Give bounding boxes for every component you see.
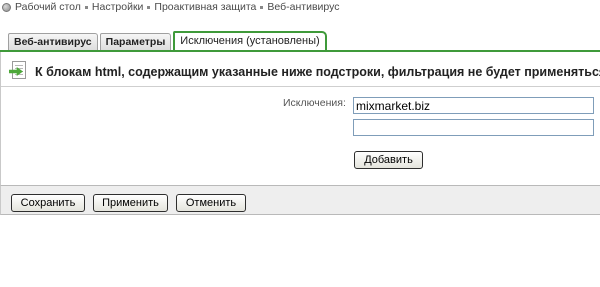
tab-panel: К блокам html, содержащим указанные ниже… [0, 52, 600, 185]
breadcrumb-item-settings[interactable]: Настройки [92, 1, 144, 13]
breadcrumb-item-desktop[interactable]: Рабочий стол [15, 1, 81, 13]
breadcrumb-separator-icon [147, 5, 151, 9]
notice: К блокам html, содержащим указанные ниже… [9, 61, 600, 83]
tab-bar: Веб-антивирус Параметры Исключения (уста… [8, 31, 329, 51]
notice-text: К блокам html, содержащим указанные ниже… [35, 65, 600, 79]
document-arrow-icon [9, 61, 29, 83]
cancel-button[interactable]: Отменить [176, 194, 246, 212]
breadcrumb-separator-icon [260, 5, 264, 9]
save-button[interactable]: Сохранить [11, 194, 85, 212]
footer-toolbar: Сохранить Применить Отменить [0, 185, 600, 215]
exclusions-label: Исключения: [283, 97, 346, 109]
desktop-icon[interactable] [1, 2, 11, 12]
exclusion-input-2[interactable] [353, 119, 594, 136]
add-button[interactable]: Добавить [354, 151, 423, 169]
tab-parameters[interactable]: Параметры [99, 33, 172, 51]
breadcrumb-item-webantivirus: Веб-антивирус [267, 1, 340, 13]
divider [1, 86, 600, 87]
tab-exclusions[interactable]: Исключения (установлены) [173, 31, 327, 51]
exclusion-input-1[interactable] [353, 97, 594, 114]
breadcrumb-separator-icon [84, 5, 88, 9]
breadcrumb: Рабочий стол Настройки Проактивная защит… [0, 0, 600, 14]
tab-web-antivirus[interactable]: Веб-антивирус [8, 33, 98, 51]
apply-button[interactable]: Применить [93, 194, 168, 212]
breadcrumb-item-proactive[interactable]: Проактивная защита [154, 1, 256, 13]
